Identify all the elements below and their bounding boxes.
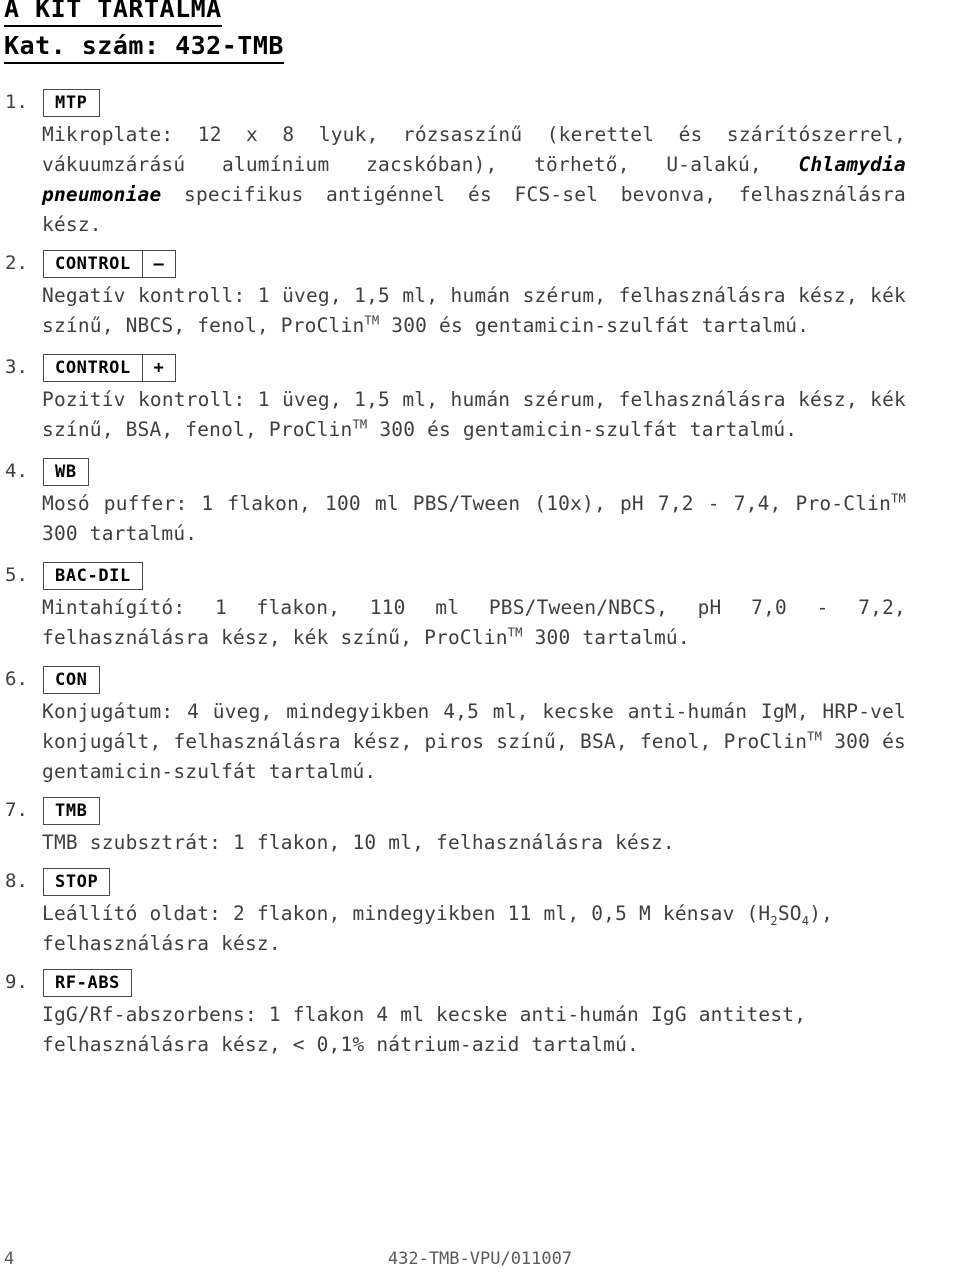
item-header: 8. STOP [0, 865, 960, 899]
description-part-1: Mintahígító: 1 flakon, 110 ml PBS/Tween/… [42, 596, 906, 649]
list-item: 8. STOP Leállító oldat: 2 flakon, mindeg… [0, 865, 960, 959]
item-header: 3. CONTROL + [0, 351, 960, 385]
list-item: 7. TMB TMB szubsztrát: 1 flakon, 10 ml, … [0, 794, 960, 858]
symbol-box-stop: STOP [43, 868, 111, 896]
item-description: Konjugátum: 4 üveg, mindegyikben 4,5 ml,… [0, 697, 912, 787]
item-number: 4. [5, 460, 28, 482]
symbol-box-wb: WB [43, 458, 89, 486]
symbol-label: RF-ABS [55, 972, 121, 993]
item-number: 9. [5, 971, 28, 993]
list-item: 9. RF-ABS IgG/Rf-abszorbens: 1 flakon 4 … [0, 966, 960, 1060]
item-number: 5. [5, 564, 28, 586]
item-description: Mikroplate: 12 x 8 lyuk, rózsaszínű (ker… [0, 120, 912, 240]
kit-contents-list: 1. MTP Mikroplate: 12 x 8 lyuk, rózsaszí… [0, 86, 960, 1060]
symbol-label: MTP [55, 92, 88, 113]
item-number: 1. [5, 91, 28, 113]
description-part-1: Mikroplate: 12 x 8 lyuk, rózsaszínű (ker… [42, 123, 906, 176]
trademark-symbol: TM [891, 491, 906, 506]
document-page: A KIT TARTALMA Kat. szám: 432-TMB 1. MTP… [0, 0, 960, 1278]
symbol-box-con: CON [43, 666, 100, 694]
list-item: 5. BAC-DIL Mintahígító: 1 flakon, 110 ml… [0, 559, 960, 653]
symbol-box-control-negative: CONTROL – [43, 250, 176, 278]
list-item: 6. CON Konjugátum: 4 üveg, mindegyikben … [0, 663, 960, 787]
symbol-label: WB [55, 461, 77, 482]
page-title: A KIT TARTALMA [4, 0, 222, 27]
description-part-2: specifikus antigénnel és FCS-sel bevonva… [42, 183, 906, 236]
symbol-box-control-positive: CONTROL + [43, 354, 176, 382]
symbol-label: CONTROL [55, 253, 131, 274]
trademark-symbol: TM [352, 417, 368, 432]
symbol-label: TMB [55, 800, 88, 821]
symbol-label: STOP [55, 871, 99, 892]
description-part-1: Konjugátum: 4 üveg, mindegyikben 4,5 ml,… [42, 700, 906, 753]
formula-part: SO [777, 902, 802, 925]
item-description: Negatív kontroll: 1 üveg, 1,5 ml, humán … [0, 281, 912, 341]
symbol-label: BAC-DIL [55, 565, 131, 586]
item-header: 7. TMB [0, 794, 960, 828]
item-number: 8. [5, 870, 28, 892]
item-description: TMB szubsztrát: 1 flakon, 10 ml, felhasz… [42, 831, 675, 854]
item-description: Leállító oldat: 2 flakon, mindegyikben 1… [0, 899, 912, 959]
item-number: 2. [5, 252, 28, 274]
item-number: 7. [5, 799, 28, 821]
symbol-label: CONTROL [55, 357, 131, 378]
item-header: 2. CONTROL – [0, 247, 960, 281]
document-header: A KIT TARTALMA Kat. szám: 432-TMB [4, 0, 944, 64]
document-code: 432-TMB-VPU/011007 [387, 1249, 573, 1269]
list-item: 3. CONTROL + Pozitív kontroll: 1 üveg, 1… [0, 351, 960, 445]
list-item: 1. MTP Mikroplate: 12 x 8 lyuk, rózsaszí… [0, 86, 960, 240]
item-number: 6. [5, 668, 28, 690]
description-part-1: Leállító oldat: 2 flakon, mindegyikben 1… [42, 902, 771, 925]
item-header: 6. CON [0, 663, 960, 697]
description-part-2: 300 és gentamicin-szulfát tartalmú. [379, 314, 810, 337]
symbol-box-tmb: TMB [43, 797, 100, 825]
item-description: Mintahígító: 1 flakon, 110 ml PBS/Tween/… [0, 593, 912, 653]
list-item: 4. WB Mosó puffer: 1 flakon, 100 ml PBS/… [0, 455, 960, 549]
description-part-1: Mosó puffer: 1 flakon, 100 ml PBS/Tween … [42, 492, 892, 515]
item-header: 9. RF-ABS [0, 966, 960, 1000]
symbol-sign: + [141, 355, 175, 381]
document-footer: 4 432-TMB-VPU/011007 [0, 1248, 960, 1278]
item-description: IgG/Rf-abszorbens: 1 flakon 4 ml kecske … [42, 1003, 807, 1056]
list-item: 2. CONTROL – Negatív kontroll: 1 üveg, 1… [0, 247, 960, 341]
subscript-2: 2 [770, 913, 778, 928]
trademark-symbol: TM [507, 625, 523, 640]
trademark-symbol: TM [807, 729, 823, 744]
symbol-label: CON [55, 669, 88, 690]
item-description: Pozitív kontroll: 1 üveg, 1,5 ml, humán … [0, 385, 912, 445]
item-header: 4. WB [0, 455, 960, 489]
item-description: Mosó puffer: 1 flakon, 100 ml PBS/Tween … [0, 489, 912, 549]
trademark-symbol: TM [364, 313, 380, 328]
description-part-2: 300 tartalmú. [522, 626, 690, 649]
item-number: 3. [5, 356, 28, 378]
item-header: 1. MTP [0, 86, 960, 120]
item-header: 5. BAC-DIL [0, 559, 960, 593]
symbol-box-rf-abs: RF-ABS [43, 969, 133, 997]
symbol-box-bac-dil: BAC-DIL [43, 562, 143, 590]
description-part-2: 300 tartalmú. [42, 522, 198, 545]
catalog-number: Kat. szám: 432-TMB [4, 31, 284, 64]
symbol-sign: – [141, 251, 175, 277]
description-part-2: 300 és gentamicin-szulfát tartalmú. [367, 418, 798, 441]
symbol-box-mtp: MTP [43, 89, 100, 117]
